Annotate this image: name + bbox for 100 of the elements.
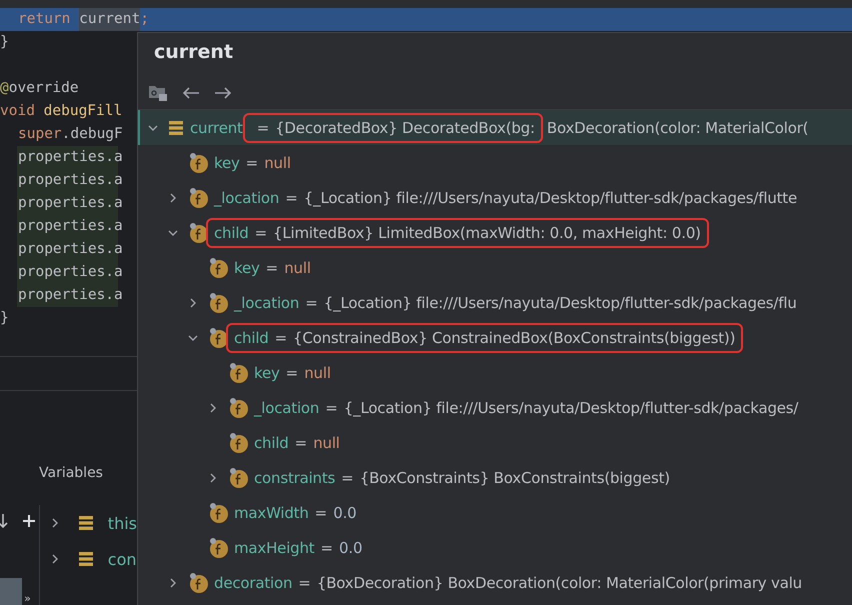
variable-value: BoxDecoration(color: MaterialColor( xyxy=(546,118,808,136)
list-icon xyxy=(78,515,94,531)
code-token: super xyxy=(18,125,62,144)
equals-sign: = xyxy=(305,294,318,312)
code-token: @ xyxy=(0,79,9,98)
variable-value: {_Location} file:///Users/nayuta/Desktop/flutter-sdk/packages/flu xyxy=(324,294,797,312)
code-token: return xyxy=(18,10,72,29)
tree-row[interactable]: child = {LimitedBox} LimitedBox(maxWidth: 0.0, maxHeight: 0.0) xyxy=(138,215,852,250)
tree-row[interactable]: _location = {_Location} file:///Users/nayuta/Desktop/flutter-sdk/packages/flutte xyxy=(138,180,852,215)
equals-sign: = xyxy=(286,364,298,382)
variable-name: constraints xyxy=(254,468,336,486)
field-icon xyxy=(208,256,230,278)
equals-sign: = xyxy=(285,188,298,206)
chevron-icon[interactable] xyxy=(148,122,158,132)
variable-name: decoration xyxy=(214,574,292,592)
code-token: properties.a xyxy=(18,148,123,167)
variable-value: {ConstrainedBox} ConstrainedBox(BoxConstraints(biggest)) xyxy=(293,328,736,346)
code-token: properties.a xyxy=(18,263,123,282)
variable-name: key xyxy=(214,154,240,172)
variable-value: {BoxDecoration} BoxDecoration(color: MaterialColor(primary valu xyxy=(316,574,802,592)
add-icon[interactable] xyxy=(22,514,36,528)
variable-value: {_Location} file:///Users/nayuta/Desktop/flutter-sdk/packages/flutte xyxy=(304,188,798,206)
variable-value: {LimitedBox} LimitedBox(maxWidth: 0.0, maxHeight: 0.0) xyxy=(273,224,701,242)
field-icon xyxy=(228,396,250,418)
equals-sign: = xyxy=(298,574,311,592)
chevron-icon[interactable] xyxy=(208,402,218,412)
chevron-icon[interactable] xyxy=(168,228,178,238)
tree-row[interactable]: key = null xyxy=(138,355,852,390)
field-icon xyxy=(188,186,210,208)
code-token: properties.a xyxy=(18,286,123,305)
tree-row[interactable]: maxHeight = 0.0 xyxy=(138,530,852,565)
code-token: debugFill xyxy=(44,102,122,121)
variable-name: child xyxy=(234,328,269,346)
variable-name[interactable]: this xyxy=(108,514,137,532)
code-token: } xyxy=(0,33,9,52)
code-token: } xyxy=(0,309,9,328)
equals-sign: = xyxy=(341,468,354,486)
variable-name: child xyxy=(254,434,289,452)
variable-name: key xyxy=(234,258,260,276)
popup-title: current xyxy=(153,40,234,65)
more-tools[interactable]: » xyxy=(24,592,31,605)
chevron-icon[interactable] xyxy=(168,192,178,202)
code-token: void xyxy=(0,102,36,121)
scrollbar-thumb[interactable] xyxy=(0,578,22,605)
tree-row[interactable]: maxWidth = 0.0 xyxy=(138,495,852,530)
variable-name: child xyxy=(214,224,249,242)
field-icon xyxy=(208,536,230,558)
variable-name: current xyxy=(190,118,243,136)
tree-row[interactable]: child = null xyxy=(138,425,852,460)
variable-name[interactable]: con xyxy=(108,550,137,568)
forward-arrow-icon[interactable] xyxy=(214,86,232,100)
panel-title: Variables xyxy=(39,465,104,481)
variable-name: _location xyxy=(234,294,300,312)
code-token: properties.a xyxy=(18,240,123,259)
equals-sign: = xyxy=(325,398,338,416)
chevron-icon[interactable] xyxy=(188,332,198,342)
chevron-icon[interactable] xyxy=(50,518,60,528)
equals-sign: = xyxy=(320,538,334,556)
tree-row[interactable]: current = {DecoratedBox} DecoratedBox(bg: BoxDecoration(color: MaterialColor( xyxy=(138,110,852,145)
tree-row[interactable]: key = null xyxy=(138,145,852,180)
chevron-icon[interactable] xyxy=(188,298,198,308)
code-token: ; xyxy=(140,10,149,29)
tree-row[interactable]: decoration = {BoxDecoration} BoxDecoration(color: MaterialColor(primary valu xyxy=(138,565,852,600)
equals-sign: = xyxy=(274,328,287,346)
code-token: properties.a xyxy=(18,217,123,236)
variable-value: {DecoratedBox} DecoratedBox(bg: xyxy=(275,118,535,136)
equals-sign: = xyxy=(256,118,270,136)
variable-value: {BoxConstraints} BoxConstraints(biggest) xyxy=(360,468,670,486)
variable-name: _location xyxy=(214,188,280,206)
field-icon xyxy=(188,572,210,594)
tree-row[interactable]: _location = {_Location} file:///Users/nayuta/Desktop/flutter-sdk/packages/ xyxy=(138,390,852,425)
folder-icon[interactable] xyxy=(148,84,168,102)
equals-sign: = xyxy=(294,434,308,452)
field-icon xyxy=(228,362,250,384)
code-token: .debugF xyxy=(62,125,123,144)
equals-sign: = xyxy=(314,504,328,522)
field-icon xyxy=(228,432,250,454)
chevron-icon[interactable] xyxy=(50,554,60,564)
code-token: override xyxy=(8,79,79,98)
variable-value: 0.0 xyxy=(339,538,362,556)
equals-sign: = xyxy=(246,154,258,172)
variable-name: key xyxy=(254,364,280,382)
chevron-icon[interactable] xyxy=(208,472,218,482)
variable-value: null xyxy=(284,258,311,276)
chevron-icon[interactable] xyxy=(168,578,178,588)
code-token: current xyxy=(79,8,140,31)
variable-name: maxHeight xyxy=(234,538,314,556)
variable-value: null xyxy=(304,364,331,382)
back-arrow-icon[interactable] xyxy=(182,86,200,100)
field-icon xyxy=(188,152,210,174)
code-token: properties.a xyxy=(18,171,123,190)
field-icon xyxy=(208,292,230,314)
list-icon xyxy=(78,551,94,567)
down-arrow-icon[interactable] xyxy=(0,513,8,529)
tree-row[interactable]: child = {ConstrainedBox} ConstrainedBox(BoxConstraints(biggest)) xyxy=(138,320,852,355)
tree-row[interactable]: key = null xyxy=(138,250,852,285)
tree-row[interactable]: _location = {_Location} file:///Users/nayuta/Desktop/flutter-sdk/packages/flu xyxy=(138,285,852,320)
tree-row[interactable]: constraints = {BoxConstraints} BoxConstraints(biggest) xyxy=(138,460,852,495)
field-icon xyxy=(228,466,250,488)
variable-value: null xyxy=(264,154,291,172)
